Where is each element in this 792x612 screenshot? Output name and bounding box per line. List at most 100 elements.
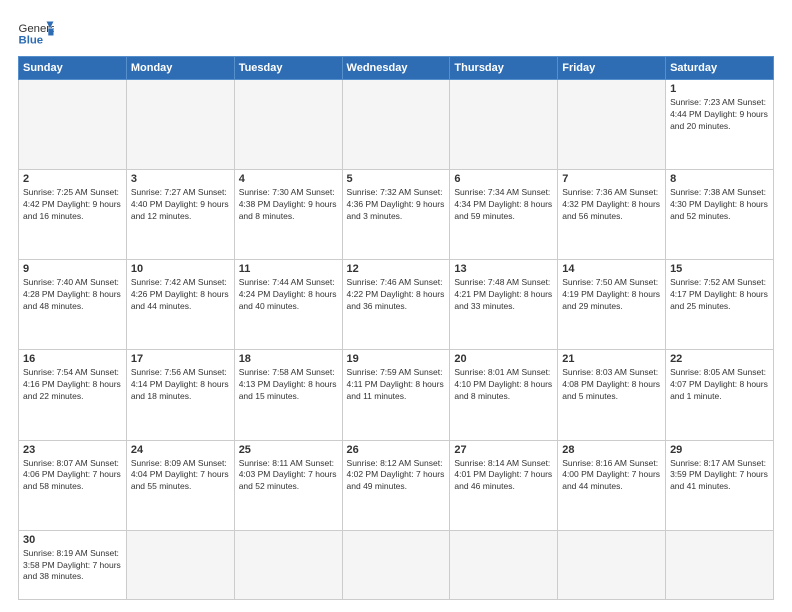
logo-icon: General Blue	[18, 18, 54, 46]
day-number: 11	[239, 263, 338, 275]
day-number: 19	[347, 353, 446, 365]
day-info: Sunrise: 7:56 AM Sunset: 4:14 PM Dayligh…	[131, 367, 230, 403]
day-number: 27	[454, 444, 553, 456]
day-info: Sunrise: 7:42 AM Sunset: 4:26 PM Dayligh…	[131, 277, 230, 313]
calendar-cell: 6 Sunrise: 7:34 AM Sunset: 4:34 PM Daylig…	[450, 170, 558, 260]
day-info: Sunrise: 7:40 AM Sunset: 4:28 PM Dayligh…	[23, 277, 122, 313]
day-info: Sunrise: 8:01 AM Sunset: 4:10 PM Dayligh…	[454, 367, 553, 403]
calendar-cell	[666, 530, 774, 599]
header: General Blue	[18, 18, 774, 46]
day-number: 10	[131, 263, 230, 275]
calendar-cell: 20 Sunrise: 8:01 AM Sunset: 4:10 PM Dayli…	[450, 350, 558, 440]
calendar-cell: 17 Sunrise: 7:56 AM Sunset: 4:14 PM Dayli…	[126, 350, 234, 440]
day-number: 3	[131, 173, 230, 185]
day-number: 28	[562, 444, 661, 456]
calendar-cell: 25 Sunrise: 8:11 AM Sunset: 4:03 PM Dayli…	[234, 440, 342, 530]
calendar-cell: 15 Sunrise: 7:52 AM Sunset: 4:17 PM Dayli…	[666, 260, 774, 350]
calendar-cell: 26 Sunrise: 8:12 AM Sunset: 4:02 PM Dayli…	[342, 440, 450, 530]
calendar-cell: 11 Sunrise: 7:44 AM Sunset: 4:24 PM Dayli…	[234, 260, 342, 350]
day-number: 13	[454, 263, 553, 275]
day-number: 17	[131, 353, 230, 365]
day-info: Sunrise: 7:48 AM Sunset: 4:21 PM Dayligh…	[454, 277, 553, 313]
day-info: Sunrise: 7:38 AM Sunset: 4:30 PM Dayligh…	[670, 187, 769, 223]
calendar-cell: 5 Sunrise: 7:32 AM Sunset: 4:36 PM Daylig…	[342, 170, 450, 260]
day-number: 16	[23, 353, 122, 365]
weekday-header-tuesday: Tuesday	[234, 57, 342, 80]
calendar-cell: 4 Sunrise: 7:30 AM Sunset: 4:38 PM Daylig…	[234, 170, 342, 260]
day-info: Sunrise: 7:27 AM Sunset: 4:40 PM Dayligh…	[131, 187, 230, 223]
day-number: 5	[347, 173, 446, 185]
calendar-cell: 24 Sunrise: 8:09 AM Sunset: 4:04 PM Dayli…	[126, 440, 234, 530]
calendar-cell	[342, 530, 450, 599]
calendar-cell: 12 Sunrise: 7:46 AM Sunset: 4:22 PM Dayli…	[342, 260, 450, 350]
day-number: 6	[454, 173, 553, 185]
day-info: Sunrise: 7:59 AM Sunset: 4:11 PM Dayligh…	[347, 367, 446, 403]
day-number: 26	[347, 444, 446, 456]
day-number: 2	[23, 173, 122, 185]
weekday-header-thursday: Thursday	[450, 57, 558, 80]
day-number: 12	[347, 263, 446, 275]
day-info: Sunrise: 7:34 AM Sunset: 4:34 PM Dayligh…	[454, 187, 553, 223]
day-info: Sunrise: 8:07 AM Sunset: 4:06 PM Dayligh…	[23, 458, 122, 494]
day-info: Sunrise: 8:11 AM Sunset: 4:03 PM Dayligh…	[239, 458, 338, 494]
calendar-cell	[234, 530, 342, 599]
weekday-header-sunday: Sunday	[19, 57, 127, 80]
calendar-cell	[558, 530, 666, 599]
day-info: Sunrise: 7:32 AM Sunset: 4:36 PM Dayligh…	[347, 187, 446, 223]
calendar-cell	[450, 80, 558, 170]
day-info: Sunrise: 7:44 AM Sunset: 4:24 PM Dayligh…	[239, 277, 338, 313]
calendar-cell	[450, 530, 558, 599]
calendar-cell: 14Sunrise: 7:50 AM Sunset: 4:19 PM Dayli…	[558, 260, 666, 350]
day-info: Sunrise: 8:05 AM Sunset: 4:07 PM Dayligh…	[670, 367, 769, 403]
day-info: Sunrise: 8:16 AM Sunset: 4:00 PM Dayligh…	[562, 458, 661, 494]
calendar-cell	[342, 80, 450, 170]
weekday-header-wednesday: Wednesday	[342, 57, 450, 80]
calendar-cell: 8 Sunrise: 7:38 AM Sunset: 4:30 PM Daylig…	[666, 170, 774, 260]
calendar-cell: 3 Sunrise: 7:27 AM Sunset: 4:40 PM Daylig…	[126, 170, 234, 260]
day-info: Sunrise: 8:12 AM Sunset: 4:02 PM Dayligh…	[347, 458, 446, 494]
calendar-cell: 22 Sunrise: 8:05 AM Sunset: 4:07 PM Dayli…	[666, 350, 774, 440]
calendar-cell: 13 Sunrise: 7:48 AM Sunset: 4:21 PM Dayli…	[450, 260, 558, 350]
day-number: 9	[23, 263, 122, 275]
calendar-cell	[558, 80, 666, 170]
day-number: 15	[670, 263, 769, 275]
calendar-cell: 16 Sunrise: 7:54 AM Sunset: 4:16 PM Dayli…	[19, 350, 127, 440]
calendar-cell: 27Sunrise: 8:14 AM Sunset: 4:01 PM Dayli…	[450, 440, 558, 530]
day-number: 14	[562, 263, 661, 275]
day-info: Sunrise: 7:46 AM Sunset: 4:22 PM Dayligh…	[347, 277, 446, 313]
calendar-cell: 29 Sunrise: 8:17 AM Sunset: 3:59 PM Dayli…	[666, 440, 774, 530]
weekday-header-monday: Monday	[126, 57, 234, 80]
day-info: Sunrise: 7:54 AM Sunset: 4:16 PM Dayligh…	[23, 367, 122, 403]
day-info: Sunrise: 7:36 AM Sunset: 4:32 PM Dayligh…	[562, 187, 661, 223]
day-info: Sunrise: 7:58 AM Sunset: 4:13 PM Dayligh…	[239, 367, 338, 403]
weekday-header-saturday: Saturday	[666, 57, 774, 80]
day-info: Sunrise: 8:03 AM Sunset: 4:08 PM Dayligh…	[562, 367, 661, 403]
day-number: 8	[670, 173, 769, 185]
calendar-cell: 9 Sunrise: 7:40 AM Sunset: 4:28 PM Daylig…	[19, 260, 127, 350]
day-number: 22	[670, 353, 769, 365]
calendar-cell: 1Sunrise: 7:23 AM Sunset: 4:44 PM Daylig…	[666, 80, 774, 170]
calendar-cell: 10 Sunrise: 7:42 AM Sunset: 4:26 PM Dayli…	[126, 260, 234, 350]
day-number: 25	[239, 444, 338, 456]
day-number: 30	[23, 534, 122, 546]
logo: General Blue	[18, 18, 54, 46]
day-info: Sunrise: 7:23 AM Sunset: 4:44 PM Dayligh…	[670, 97, 769, 133]
day-number: 20	[454, 353, 553, 365]
day-info: Sunrise: 8:17 AM Sunset: 3:59 PM Dayligh…	[670, 458, 769, 494]
calendar-cell: 23Sunrise: 8:07 AM Sunset: 4:06 PM Dayli…	[19, 440, 127, 530]
calendar-cell	[126, 80, 234, 170]
weekday-header-friday: Friday	[558, 57, 666, 80]
day-info: Sunrise: 7:30 AM Sunset: 4:38 PM Dayligh…	[239, 187, 338, 223]
day-info: Sunrise: 7:52 AM Sunset: 4:17 PM Dayligh…	[670, 277, 769, 313]
day-info: Sunrise: 8:09 AM Sunset: 4:04 PM Dayligh…	[131, 458, 230, 494]
day-number: 24	[131, 444, 230, 456]
calendar-cell: 19 Sunrise: 7:59 AM Sunset: 4:11 PM Dayli…	[342, 350, 450, 440]
calendar-cell: 7 Sunrise: 7:36 AM Sunset: 4:32 PM Daylig…	[558, 170, 666, 260]
calendar-cell	[234, 80, 342, 170]
day-number: 7	[562, 173, 661, 185]
day-number: 4	[239, 173, 338, 185]
calendar-cell: 21Sunrise: 8:03 AM Sunset: 4:08 PM Dayli…	[558, 350, 666, 440]
svg-text:Blue: Blue	[19, 34, 44, 46]
day-number: 29	[670, 444, 769, 456]
calendar-cell	[19, 80, 127, 170]
